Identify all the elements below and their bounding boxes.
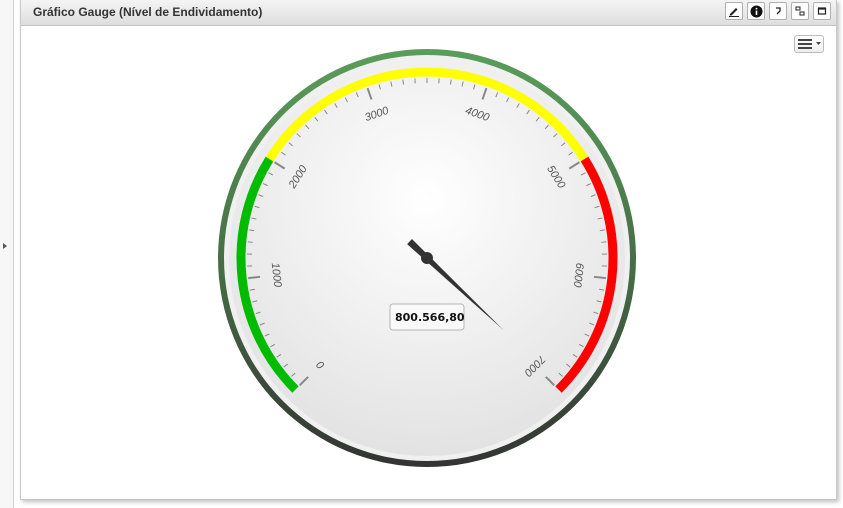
gauge-value-box: 800.566,80 [389,303,465,331]
gauge-needle-pivot [421,252,433,264]
gauge-minor-tick [449,79,452,85]
gauge-chart: 0100020003000 4000500060007000 800.566,80 [218,49,636,467]
gauge-minor-tick [402,79,405,85]
gauge-value-label: 800.566,80 [395,311,465,324]
gauge-major-tick [593,275,606,280]
gauge-major-tick [248,275,261,280]
